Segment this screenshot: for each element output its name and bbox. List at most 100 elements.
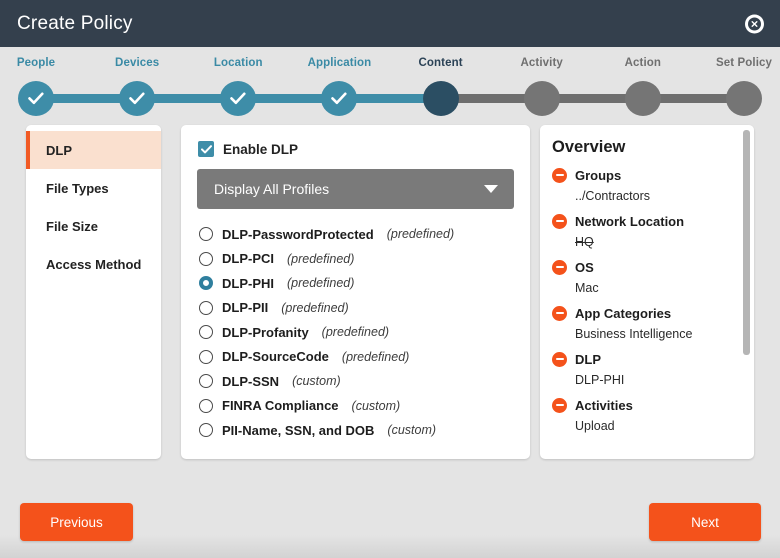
profile-option-row[interactable]: DLP-SourceCode (predefined) xyxy=(197,345,514,370)
overview-item-value: DLP-PHI xyxy=(575,373,625,387)
overview-item-header: Groups xyxy=(540,164,754,186)
profile-name: DLP-Profanity xyxy=(222,324,309,340)
check-icon xyxy=(28,92,44,105)
profile-name: DLP-PHI xyxy=(222,275,274,291)
step-node-application[interactable] xyxy=(321,81,358,116)
overview-scrollbar[interactable] xyxy=(743,129,750,455)
minus-circle-icon[interactable] xyxy=(552,167,567,183)
overview-item-label: App Categories xyxy=(575,305,672,321)
profile-option-row[interactable]: DLP-Profanity (predefined) xyxy=(197,320,514,345)
minus-circle-icon[interactable] xyxy=(552,397,567,413)
sidebar-item-label: Access Method xyxy=(46,256,142,272)
step-node-location[interactable] xyxy=(220,81,257,116)
radio-button-icon[interactable] xyxy=(199,325,213,340)
dlp-settings-panel: Enable DLP Display All Profiles DLP-Pass… xyxy=(181,125,530,459)
profile-name: DLP-PII xyxy=(222,300,269,316)
profile-option-row[interactable]: DLP-PHI (predefined) xyxy=(197,271,514,296)
profile-name: DLP-PCI xyxy=(222,251,274,267)
previous-button[interactable]: Previous xyxy=(20,503,133,541)
overview-panel: Overview Groups ../Contractors Network Loc… xyxy=(540,125,754,459)
step-devices[interactable]: Devices xyxy=(91,47,183,70)
profile-filter-select[interactable]: Display All Profiles xyxy=(197,169,514,209)
sidebar-item-access-method[interactable]: Access Method xyxy=(26,245,161,283)
step-node-content[interactable] xyxy=(422,81,459,116)
overview-item: Activities Upload xyxy=(540,394,754,436)
step-label: Application xyxy=(307,57,372,69)
step-label: Content xyxy=(418,57,463,69)
step-content[interactable]: Content xyxy=(395,47,487,70)
profile-kind: (custom) xyxy=(387,423,437,438)
overview-item-label: Groups xyxy=(575,167,622,183)
radio-button-icon[interactable] xyxy=(199,349,213,364)
enable-dlp-row[interactable]: Enable DLP xyxy=(198,141,514,157)
overview-item-header: Activities xyxy=(540,394,754,416)
step-node-devices[interactable] xyxy=(119,81,156,116)
step-application[interactable]: Application xyxy=(293,47,385,70)
step-node-action[interactable] xyxy=(624,81,661,116)
dialog-body: DLP File Types File Size Access Method Enab… xyxy=(0,125,780,490)
step-set-policy[interactable]: Set Policy xyxy=(698,47,780,70)
radio-button-icon[interactable] xyxy=(199,276,213,291)
overview-item-header: OS xyxy=(540,256,754,278)
profile-option-row[interactable]: DLP-SSN (custom) xyxy=(197,369,514,394)
sidebar-item-label: File Types xyxy=(46,180,109,196)
overview-item: DLP DLP-PHI xyxy=(540,348,754,390)
overview-item-label: Network Location xyxy=(575,213,685,229)
check-icon xyxy=(230,92,246,105)
radio-button-icon[interactable] xyxy=(199,251,213,266)
overview-item-header: DLP xyxy=(540,348,754,370)
overview-item: OS Mac xyxy=(540,256,754,298)
step-location[interactable]: Location xyxy=(192,47,284,70)
dialog-titlebar: Create Policy xyxy=(0,0,780,47)
step-label: Set Policy xyxy=(716,57,772,69)
content-category-nav: DLP File Types File Size Access Method xyxy=(26,125,161,459)
sidebar-item-file-types[interactable]: File Types xyxy=(26,169,161,207)
profile-kind: (predefined) xyxy=(341,349,410,364)
step-label: Devices xyxy=(115,57,160,69)
overview-item: App Categories Business Intelligence xyxy=(540,302,754,344)
overview-scrollbar-thumb[interactable] xyxy=(743,130,750,355)
profile-kind: (predefined) xyxy=(386,227,455,242)
profile-option-row[interactable]: PII-Name, SSN, and DOB (custom) xyxy=(197,418,514,443)
dlp-profile-radio-group: DLP-PasswordProtected (predefined) DLP-PCI… xyxy=(197,222,514,443)
step-node-set-policy[interactable] xyxy=(726,81,762,116)
profile-kind: (custom) xyxy=(351,398,401,413)
enable-dlp-label: Enable DLP xyxy=(223,141,299,157)
minus-circle-icon[interactable] xyxy=(552,259,567,275)
overview-item: Network Location HQ xyxy=(540,210,754,252)
profile-name: DLP-SourceCode xyxy=(222,349,329,365)
profile-option-row[interactable]: DLP-PCI (predefined) xyxy=(197,247,514,272)
step-activity[interactable]: Activity xyxy=(496,47,588,70)
profile-name: DLP-SSN xyxy=(222,373,280,389)
profile-option-row[interactable]: FINRA Compliance (custom) xyxy=(197,394,514,419)
profile-name: PII-Name, SSN, and DOB xyxy=(222,422,375,438)
dialog-footer: Previous Next xyxy=(0,490,780,558)
radio-button-icon[interactable] xyxy=(199,227,213,242)
step-node-activity[interactable] xyxy=(523,81,560,116)
create-policy-dialog: Create Policy People Devices Location Appli… xyxy=(0,0,780,558)
radio-button-icon[interactable] xyxy=(199,374,213,389)
overview-item-label: Activities xyxy=(575,397,633,413)
overview-item-value: HQ xyxy=(575,235,594,249)
step-action[interactable]: Action xyxy=(597,47,689,70)
minus-circle-icon[interactable] xyxy=(552,351,567,367)
step-label: Action xyxy=(624,57,662,69)
step-node-people[interactable] xyxy=(18,81,54,116)
profile-option-row[interactable]: DLP-PII (predefined) xyxy=(197,296,514,321)
minus-circle-icon[interactable] xyxy=(552,305,567,321)
enable-dlp-checkbox[interactable] xyxy=(198,141,214,157)
profile-name: FINRA Compliance xyxy=(222,398,339,414)
radio-button-icon[interactable] xyxy=(199,423,213,438)
minus-circle-icon[interactable] xyxy=(552,213,567,229)
overview-item-header: App Categories xyxy=(540,302,754,324)
close-icon[interactable] xyxy=(745,14,764,33)
radio-button-icon[interactable] xyxy=(199,398,213,413)
sidebar-item-label: File Size xyxy=(46,218,99,234)
step-people[interactable]: People xyxy=(0,47,82,70)
sidebar-item-dlp[interactable]: DLP xyxy=(26,131,161,169)
profile-option-row[interactable]: DLP-PasswordProtected (predefined) xyxy=(197,222,514,247)
sidebar-item-file-size[interactable]: File Size xyxy=(26,207,161,245)
radio-button-icon[interactable] xyxy=(199,300,213,315)
next-button[interactable]: Next xyxy=(649,503,761,541)
overview-item: Groups ../Contractors xyxy=(540,164,754,206)
